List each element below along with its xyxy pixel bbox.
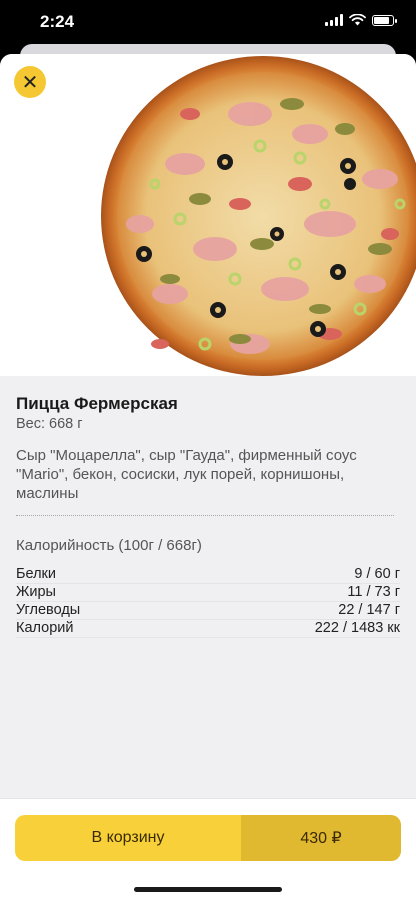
dotted-divider — [16, 515, 394, 516]
nutrition-value: 22 / 147 г — [338, 602, 400, 618]
product-details: Пицца Фермерская Вес: 668 г Сыр "Моцарел… — [16, 393, 400, 638]
product-weight: Вес: 668 г — [16, 415, 400, 433]
cart-price: 430 ₽ — [241, 815, 401, 861]
status-bar: 2:24 — [0, 0, 416, 44]
nutrition-label: Жиры — [16, 584, 56, 600]
weight-value: 668 г — [49, 416, 83, 432]
status-time: 2:24 — [40, 12, 75, 31]
nutrition-value: 11 / 73 г — [347, 584, 400, 600]
nutrition-row: Жиры 11 / 73 г — [16, 584, 400, 602]
product-image — [0, 54, 416, 376]
nutrition-row: Белки 9 / 60 г — [16, 566, 400, 584]
nutrition-label: Углеводы — [16, 602, 81, 618]
product-description: Сыр "Моцарелла", сыр "Гауда", фирменный … — [16, 447, 357, 502]
add-to-cart-label: В корзину — [15, 815, 241, 861]
add-to-cart-button[interactable]: В корзину 430 ₽ — [15, 815, 401, 861]
product-sheet: ✕ Пицца Фермерская Вес: 668 г Сыр "Моцар… — [0, 54, 416, 900]
close-icon: ✕ — [21, 70, 39, 94]
pizza-illustration — [101, 56, 416, 376]
nutrition-value: 222 / 1483 кк — [314, 620, 400, 636]
status-icons — [325, 14, 397, 26]
footer-bar: В корзину 430 ₽ — [0, 798, 416, 901]
battery-icon — [372, 14, 397, 26]
nutrition-row: Калорий 222 / 1483 кк — [16, 620, 400, 638]
home-indicator — [134, 887, 282, 892]
nutrition-table: Белки 9 / 60 г Жиры 11 / 73 г Углеводы 2… — [16, 566, 400, 638]
nutrition-row: Углеводы 22 / 147 г — [16, 602, 400, 620]
nutrition-value: 9 / 60 г — [354, 566, 400, 582]
wifi-icon — [349, 14, 366, 26]
nutrition-label: Белки — [16, 566, 57, 582]
product-title: Пицца Фермерская — [16, 394, 178, 413]
calories-heading: Калорийность (100г / 668г) — [16, 537, 202, 554]
close-button[interactable]: ✕ — [14, 66, 46, 98]
nutrition-label: Калорий — [16, 620, 74, 636]
cellular-signal-icon — [325, 14, 343, 26]
weight-label: Вес: — [16, 416, 46, 432]
